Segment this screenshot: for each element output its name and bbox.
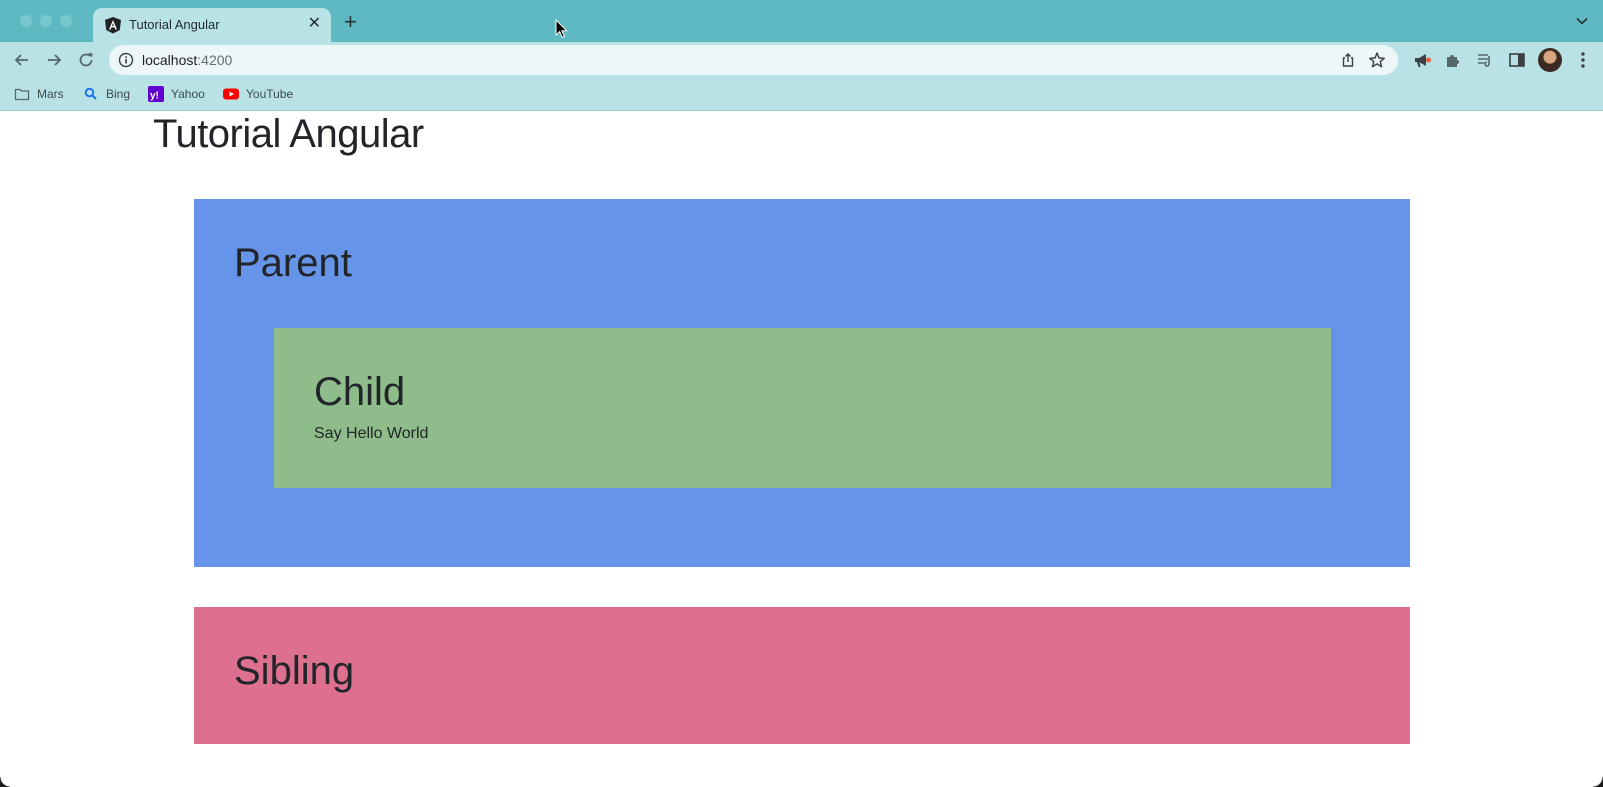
angular-logo-icon (105, 17, 121, 34)
window-zoom-dot[interactable] (60, 15, 72, 27)
browser-toolbar: localhost:4200 (0, 42, 1603, 78)
bing-search-icon (84, 87, 97, 100)
extensions-puzzle-icon[interactable] (1444, 51, 1462, 69)
window-corner-left (0, 777, 10, 787)
tab-title: Tutorial Angular (129, 17, 220, 32)
reload-icon[interactable] (76, 50, 96, 70)
forward-arrow-icon[interactable] (44, 50, 64, 70)
more-menu-icon[interactable] (1580, 50, 1586, 70)
bookmark-label: Yahoo (171, 87, 205, 101)
megaphone-extension-icon[interactable] (1412, 51, 1432, 69)
bookmark-youtube[interactable]: YouTube (223, 84, 293, 104)
bookmarks-bar: Mars Bing y! Yahoo YouTube (0, 78, 1603, 111)
close-icon[interactable]: ✕ (308, 15, 321, 33)
bookmark-label: YouTube (246, 87, 294, 101)
bookmark-mars[interactable]: Mars (14, 84, 64, 104)
window-minimize-dot[interactable] (40, 15, 52, 27)
side-panel-icon[interactable] (1508, 51, 1526, 69)
browser-tab-active[interactable]: Tutorial Angular ✕ (93, 8, 331, 42)
window-close-dot[interactable] (20, 15, 32, 27)
back-arrow-icon[interactable] (12, 50, 32, 70)
site-info-icon[interactable] (118, 52, 134, 68)
share-icon[interactable] (1340, 52, 1356, 68)
plus-icon[interactable]: + (344, 10, 357, 34)
sibling-component: Sibling (194, 607, 1410, 744)
profile-avatar[interactable] (1538, 48, 1562, 72)
svg-text:y!: y! (150, 91, 159, 102)
url-host: localhost (142, 52, 198, 68)
reading-list-icon[interactable] (1476, 51, 1494, 69)
address-bar[interactable]: localhost:4200 (109, 45, 1398, 75)
bookmark-bing[interactable]: Bing (83, 84, 130, 104)
window-corner-right (1593, 777, 1603, 787)
parent-heading: Parent (234, 241, 352, 285)
page-title: Tutorial Angular (153, 112, 424, 156)
folder-icon (14, 88, 30, 101)
bookmark-yahoo[interactable]: y! Yahoo (148, 84, 205, 104)
url-port: :4200 (197, 52, 233, 68)
browser-titlebar: Tutorial Angular ✕ + (0, 0, 1603, 42)
sibling-heading: Sibling (234, 649, 355, 693)
child-component: Child Say Hello World (274, 328, 1331, 488)
yahoo-icon: y! (148, 86, 164, 102)
parent-component: Parent Child Say Hello World (194, 199, 1410, 567)
bookmark-star-icon[interactable] (1368, 51, 1386, 69)
mouse-cursor-icon (555, 19, 569, 39)
child-heading: Child (314, 370, 406, 414)
bookmark-label: Bing (106, 87, 131, 101)
chevron-down-icon[interactable] (1575, 14, 1589, 28)
url-text[interactable]: localhost:4200 (142, 52, 232, 68)
youtube-icon (223, 88, 239, 100)
bookmark-label: Mars (37, 87, 64, 101)
child-message: Say Hello World (314, 425, 429, 442)
